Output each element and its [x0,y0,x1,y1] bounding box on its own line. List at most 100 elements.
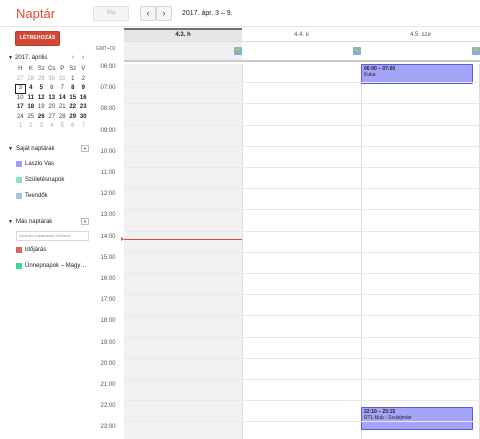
weather-icon[interactable]: ☀ [472,47,480,55]
mini-calendar-day[interactable]: 23 [78,103,89,113]
hour-label: 21:00 [100,382,116,388]
all-day-row[interactable]: ☀ ☀ ☀ [124,42,480,62]
mini-calendar-day[interactable]: 18 [26,103,37,113]
hour-label: 12:00 [100,191,116,198]
mini-calendar-day[interactable]: 30 [78,113,89,123]
mini-calendar-header: ▼ 2017. április ‹ › [8,54,92,64]
mini-calendar-day[interactable]: 19 [36,103,47,113]
mini-calendar-day[interactable]: 1 [15,122,26,132]
mini-calendar-day[interactable]: 15 [68,94,79,104]
mini-calendar-day[interactable]: 4 [26,84,37,94]
mini-calendar-day[interactable]: 22 [68,103,79,113]
mini-calendar-day[interactable]: 4 [47,122,58,132]
calendar-item[interactable]: Időjárás [16,247,46,253]
calendar-item[interactable]: Születésnapok [16,177,64,183]
hour-label: 07:00 [100,85,116,92]
hour-label: 11:00 [100,170,116,176]
day-header-today[interactable]: 4.3. h [124,28,242,42]
mini-calendar-day[interactable]: 12 [36,94,47,104]
mini-calendar-day[interactable]: 2 [26,122,37,132]
collapse-caret-icon[interactable]: ▼ [8,55,13,61]
calendar-item[interactable]: Laszlo Vas [16,161,54,167]
hour-label: 23:00 [100,424,116,431]
mini-calendar-day[interactable]: 29 [36,75,47,85]
calendar-color-swatch [16,247,22,253]
mini-calendar-day[interactable]: 27 [47,113,58,123]
weather-icon[interactable]: ☀ [353,47,361,55]
mini-calendar-day[interactable]: 14 [57,94,68,104]
mini-calendar-day[interactable]: 31 [57,75,68,85]
hour-gridline [124,145,480,147]
mini-calendar-day[interactable]: 7 [78,122,89,132]
other-calendars-menu-button[interactable]: ▼ [81,218,89,225]
header-divider [0,26,480,27]
date-range-label: 2017. ápr. 3 – 9. [182,10,233,17]
today-button[interactable]: Ma [93,6,129,21]
app-title[interactable]: Naptár [16,6,55,21]
mini-calendar-day[interactable]: 13 [47,94,58,104]
mini-calendar-grid: H K Sz Cs P Sz V 27 28 29 30 31 1 2 3 4 5 6 7 8 9 10 11 12 13 14 1… [15,65,89,132]
mini-calendar-day[interactable]: 21 [57,103,68,113]
all-day-today-cell [124,42,242,60]
hour-gridline [124,336,480,338]
mini-calendar-day[interactable]: 10 [15,94,26,104]
calendar-item[interactable]: Teendők [16,193,48,199]
mini-prev-month-icon[interactable]: ‹ [72,54,74,61]
mini-calendar-day[interactable]: 5 [36,84,47,94]
mini-calendar-day[interactable]: 20 [47,103,58,113]
mini-calendar-day[interactable]: 7 [57,84,68,94]
hour-gridline [124,400,480,402]
hour-label: 14:00 [100,233,116,240]
mini-calendar-day[interactable]: 6 [47,84,58,94]
calendar-color-swatch [16,263,22,269]
mini-calendar-day[interactable]: 3 [15,84,26,94]
mini-calendar-day[interactable]: 3 [36,122,47,132]
mini-calendar-day[interactable]: 1 [68,75,79,85]
week-grid: 4.3. h 4.4. k 4.5. sze GMT+02 ☀ ☀ ☀ 06:0… [94,28,480,439]
hour-label: 10:00 [100,148,116,155]
mini-calendar-day[interactable]: 16 [78,94,89,104]
mini-calendar-day[interactable]: 17 [15,103,26,113]
day-header[interactable]: 4.4. k [242,28,361,42]
calendar-color-swatch [16,177,22,183]
mini-calendar-day[interactable]: 25 [26,113,37,123]
my-calendars-menu-button[interactable]: ▼ [81,145,89,152]
mini-calendar-day[interactable]: 26 [36,113,47,123]
calendar-item[interactable]: Ünnepnapok – Magy… [16,263,86,269]
hour-gridline [124,230,480,232]
mini-calendar-day[interactable]: 24 [15,113,26,123]
my-calendars-heading[interactable]: ▼ Saját naptárak [8,146,55,152]
mini-calendar-day[interactable]: 6 [68,122,79,132]
hour-label: 15:00 [100,254,116,261]
mini-calendar-day[interactable]: 27 [15,75,26,85]
mini-calendar-day[interactable]: 11 [26,94,37,104]
event-kuka[interactable]: 06:00 – 07:00 Kuka [361,64,473,84]
current-time-marker [121,237,124,241]
hour-gridline [124,294,480,296]
day-header[interactable]: 4.5. sze [361,28,480,42]
other-calendars-heading[interactable]: ▼ Más naptárak [8,219,52,225]
weather-icon[interactable]: ☀ [234,47,242,55]
mini-calendar-day[interactable]: 8 [68,84,79,94]
hour-gridline [124,103,480,105]
mini-next-month-icon[interactable]: › [82,54,84,61]
mini-calendar-day[interactable]: 29 [68,113,79,123]
hour-label: 17:00 [100,297,116,304]
mini-calendar-day[interactable]: 28 [57,113,68,123]
hour-label: 13:00 [100,212,116,219]
weekday-label: Sz [69,66,77,72]
mini-calendar-day[interactable]: 30 [47,75,58,85]
next-period-button[interactable]: › [156,6,172,21]
add-friend-calendar-input[interactable]: Ismerős naptárának felvétele [16,231,89,241]
mini-calendar-day[interactable]: 5 [57,122,68,132]
mini-calendar-day[interactable]: 2 [78,75,89,85]
create-event-button[interactable]: LÉTREHOZÁS [15,31,60,46]
mini-calendar-day[interactable]: 28 [26,75,37,85]
hour-label: 19:00 [100,339,116,346]
hour-label: 22:00 [100,403,116,410]
time-grid[interactable]: 06:00 – 07:00 Kuka 22:10 – 23:15 RTL klu… [121,64,480,439]
prev-period-button[interactable]: ‹ [140,6,156,21]
mini-calendar-day[interactable]: 9 [78,84,89,94]
timezone-label: GMT+02 [96,46,116,52]
event-rtl-klub[interactable]: 22:10 – 23:15 RTL klub - Szulejmán [361,407,473,430]
